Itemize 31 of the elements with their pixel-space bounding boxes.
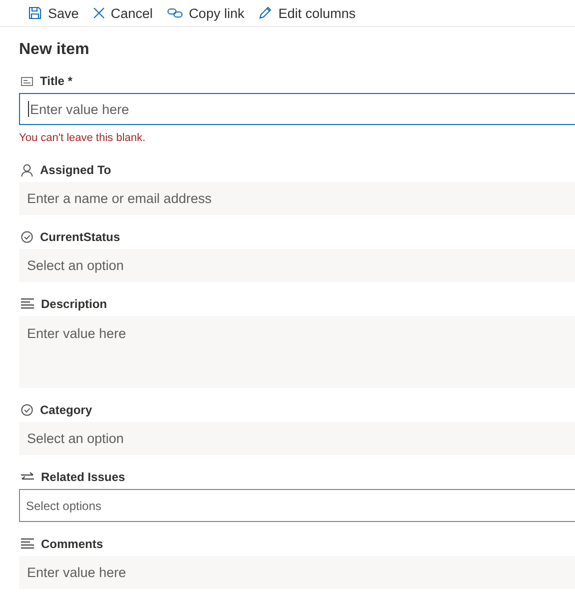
save-icon: [28, 6, 42, 20]
person-icon: [21, 164, 33, 176]
edit-columns-button[interactable]: Edit columns: [254, 1, 360, 25]
cancel-button[interactable]: Cancel: [88, 1, 157, 25]
text-area[interactable]: Enter value here: [19, 316, 575, 388]
copy-link-button[interactable]: Copy link: [162, 1, 248, 25]
check-circle-icon: [21, 404, 33, 416]
text-field-icon: [21, 76, 33, 86]
close-icon: [92, 7, 105, 19]
pencil-icon: [258, 6, 272, 20]
dropdown-field[interactable]: Select an option: [19, 422, 575, 455]
field-label: CurrentStatus: [40, 230, 120, 244]
input-field[interactable]: Enter value here: [19, 93, 575, 125]
multi-select-field[interactable]: Select options: [19, 489, 575, 522]
lines-icon: [21, 538, 34, 550]
field-label: Related Issues: [41, 470, 126, 484]
save-button[interactable]: Save: [24, 1, 83, 25]
input-field[interactable]: Enter value here: [19, 556, 575, 589]
field-label: Title *: [40, 74, 72, 88]
people-picker-field[interactable]: Enter a name or email address: [19, 182, 575, 215]
field-label: Comments: [41, 537, 104, 551]
lines-icon: [21, 298, 34, 310]
dropdown-field[interactable]: Select an option: [19, 249, 575, 282]
swap-arrows-icon: [21, 472, 34, 482]
link-icon: [166, 7, 183, 19]
check-circle-icon: [21, 231, 33, 243]
error-message: You can't leave this blank.: [19, 132, 146, 146]
field-label: Category: [40, 403, 92, 417]
field-label: Assigned To: [40, 163, 112, 177]
field-label: Description: [41, 297, 108, 311]
form-heading: New item: [19, 41, 90, 59]
